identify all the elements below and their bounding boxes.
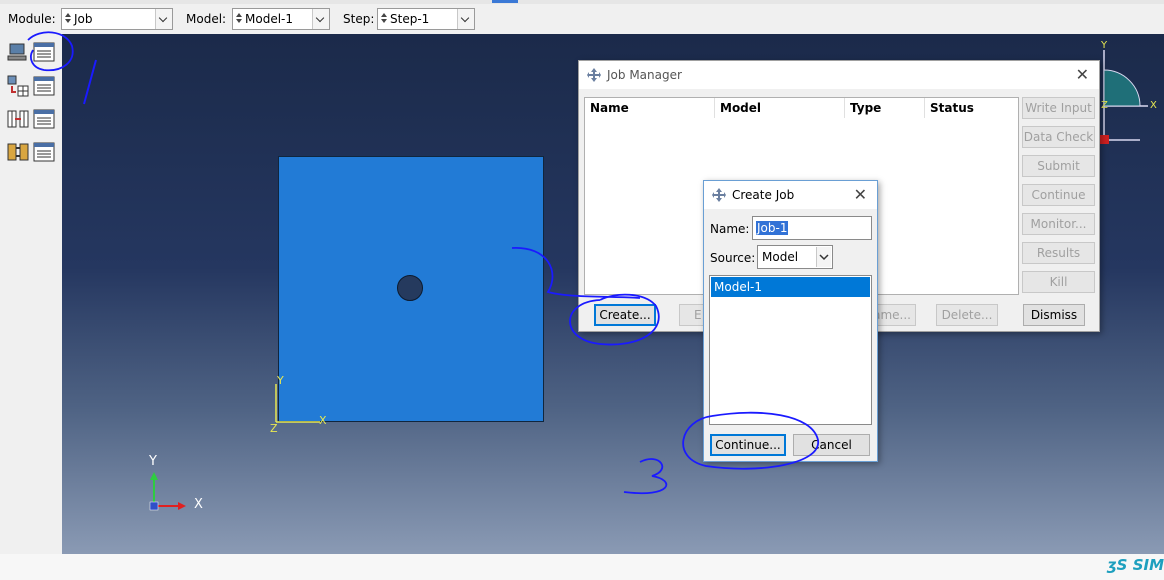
job-table-header-status[interactable]: Status — [925, 98, 1018, 118]
job-table-header-type[interactable]: Type — [845, 98, 925, 118]
job-table-header-name[interactable]: Name — [585, 98, 715, 118]
create-job-titlebar: Create Job ✕ — [704, 181, 877, 209]
status-bar: ʒS SIM — [0, 554, 1164, 580]
job-computer-icon[interactable] — [6, 40, 30, 64]
chevron-down-icon[interactable] — [312, 9, 329, 29]
module-select[interactable]: Job — [61, 8, 173, 30]
job-manager-title: Job Manager — [607, 68, 682, 82]
continue-button[interactable]: Continue... — [710, 434, 786, 456]
cancel-button[interactable]: Cancel — [793, 434, 870, 456]
close-icon[interactable]: ✕ — [1076, 65, 1089, 84]
context-toolbar: Module: Job Model: Model-1 Step: Step-1 — [0, 4, 1164, 34]
job-name-field[interactable]: Job-1 — [752, 216, 872, 240]
write-input-button[interactable]: Write Input — [1022, 97, 1095, 119]
module-select-value: Job — [74, 12, 93, 26]
data-check-button[interactable]: Data Check — [1022, 126, 1095, 148]
job-module-toolbox — [0, 34, 62, 554]
source-select[interactable]: Model — [757, 245, 833, 269]
optimization-manager-icon[interactable] — [32, 140, 56, 164]
simulia-logo: ʒS SIM — [1107, 556, 1164, 574]
abaqus-app-icon — [712, 188, 726, 202]
step-select[interactable]: Step-1 — [377, 8, 475, 30]
job-name-value: Job-1 — [756, 221, 789, 235]
adaptivity-icon[interactable] — [6, 74, 30, 98]
chevron-down-icon[interactable] — [816, 247, 831, 267]
abaqus-app-icon — [587, 68, 601, 82]
step-spin-icon[interactable] — [380, 11, 388, 27]
coexecution-manager-icon[interactable] — [32, 107, 56, 131]
dismiss-button[interactable]: Dismiss — [1023, 304, 1085, 326]
source-label: Source: — [710, 251, 756, 265]
source-select-value: Model — [762, 250, 799, 264]
module-spin-icon[interactable] — [64, 11, 72, 27]
global-csys-triad — [149, 472, 186, 511]
create-job-body: Name: Job-1 Source: Model Model-1 Contin… — [704, 209, 877, 461]
view-compass-icon[interactable] — [1094, 42, 1164, 152]
adaptivity-manager-icon[interactable] — [32, 74, 56, 98]
monitor-button[interactable]: Monitor... — [1022, 213, 1095, 235]
step-label: Step: — [343, 12, 375, 26]
plate-hole — [397, 275, 423, 301]
local-axis-z-label: Z — [270, 422, 278, 435]
local-axis-x-label: X — [319, 414, 327, 427]
model-select-value: Model-1 — [245, 12, 293, 26]
compass-x-label: X — [1150, 100, 1157, 111]
job-manager-titlebar: Job Manager ✕ — [579, 61, 1099, 89]
simulia-logo-text: SIM — [1132, 556, 1164, 574]
close-icon[interactable]: ✕ — [854, 185, 867, 204]
global-axis-x-label: X — [194, 497, 203, 512]
optimization-icon[interactable] — [6, 140, 30, 164]
module-label: Module: — [8, 12, 56, 26]
delete-job-button[interactable]: Delete... — [936, 304, 998, 326]
model-list[interactable]: Model-1 — [709, 275, 872, 425]
compass-z-label: Z — [1101, 100, 1108, 111]
job-manager-icon[interactable] — [32, 40, 56, 64]
step-select-value: Step-1 — [390, 12, 430, 26]
name-label: Name: — [710, 222, 750, 236]
create-job-title: Create Job — [732, 188, 795, 202]
model-label: Model: — [186, 12, 227, 26]
ds-logo-icon: ʒS — [1107, 556, 1133, 574]
kill-button[interactable]: Kill — [1022, 271, 1095, 293]
model-list-item[interactable]: Model-1 — [711, 277, 870, 297]
continue-job-button[interactable]: Continue — [1022, 184, 1095, 206]
create-job-button[interactable]: Create... — [594, 304, 656, 326]
job-table-header-model[interactable]: Model — [715, 98, 845, 118]
chevron-down-icon[interactable] — [155, 9, 172, 29]
window-top-strip-selection — [492, 0, 518, 3]
compass-y-label: Y — [1101, 40, 1108, 51]
model-spin-icon[interactable] — [235, 11, 243, 27]
model-select[interactable]: Model-1 — [232, 8, 330, 30]
submit-button[interactable]: Submit — [1022, 155, 1095, 177]
local-axis-y-label: Y — [277, 374, 284, 387]
results-button[interactable]: Results — [1022, 242, 1095, 264]
chevron-down-icon[interactable] — [457, 9, 474, 29]
coexecution-icon[interactable] — [6, 107, 30, 131]
create-job-dialog: Create Job ✕ Name: Job-1 Source: Model M… — [703, 180, 878, 462]
global-axis-y-label: Y — [149, 454, 157, 469]
